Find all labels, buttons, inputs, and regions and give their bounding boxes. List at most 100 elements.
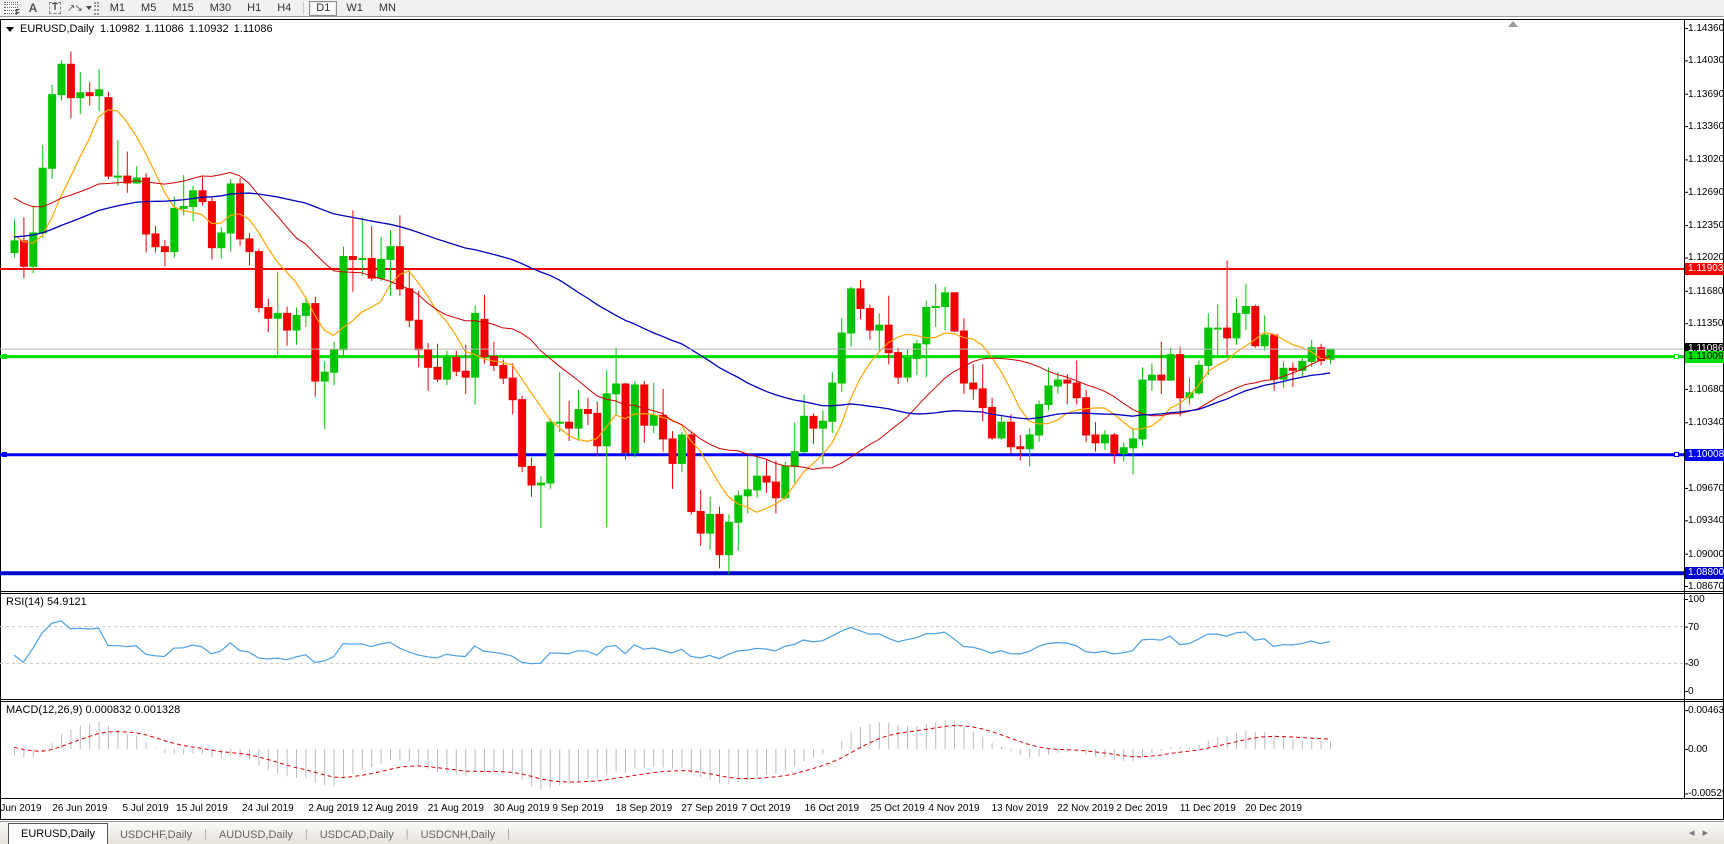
candle-body <box>1111 435 1118 454</box>
candle-body <box>1195 365 1202 392</box>
candle-body <box>641 385 648 425</box>
candle-body <box>1327 349 1334 359</box>
chart-shift-marker-icon[interactable] <box>1508 21 1518 27</box>
candle-body <box>725 522 732 554</box>
tab-usdcnh-daily[interactable]: USDCNH,Daily <box>409 825 508 844</box>
candle-body <box>791 452 798 467</box>
text-tool-icon[interactable]: A <box>23 1 43 16</box>
candle-body <box>801 416 808 451</box>
candle-body <box>650 415 657 425</box>
candle-body <box>1205 328 1212 365</box>
candle-body <box>77 93 84 98</box>
candle-body <box>1007 422 1014 447</box>
candle-body <box>1083 398 1090 435</box>
candle-body <box>707 514 714 533</box>
candle-body <box>321 372 328 381</box>
candle-body <box>180 206 187 208</box>
candle-body <box>566 422 573 428</box>
candle-body <box>885 325 892 352</box>
candle-body <box>744 490 751 496</box>
rsi-line <box>14 621 1330 664</box>
fibonacci-tool-icon[interactable]: F <box>1 1 21 16</box>
tab-eurusd-daily[interactable]: EURUSD,Daily <box>8 823 108 844</box>
candle-body <box>378 259 385 278</box>
tab-scroll-buttons[interactable]: ◂▸ <box>1689 826 1716 839</box>
candle-body <box>989 408 996 438</box>
candle-body <box>1120 448 1127 454</box>
candle-body <box>763 476 770 482</box>
candle-body <box>960 331 967 383</box>
candle-body <box>1158 375 1165 380</box>
timeframe-mn-button[interactable]: MN <box>372 1 403 16</box>
timeframe-h4-button[interactable]: H4 <box>270 1 298 16</box>
candle-body <box>1130 439 1137 448</box>
candle-body <box>998 422 1005 438</box>
timeframe-m1-button[interactable]: M1 <box>103 1 132 16</box>
candle-body <box>1064 380 1071 383</box>
chart-title: EURUSD,Daily 1.10982 1.11086 1.10932 1.1… <box>6 23 273 35</box>
candle-body <box>932 307 939 308</box>
timeframe-m15-button[interactable]: M15 <box>165 1 200 16</box>
arrows-tool-icon[interactable]: ↗↘ <box>67 1 92 16</box>
candle-body <box>819 421 826 428</box>
candle-body <box>1017 447 1024 449</box>
toolbar-grip <box>94 2 99 15</box>
label-tool-icon[interactable]: T <box>45 1 65 16</box>
chart-tab-bar: EURUSD,Daily USDCHF,Daily | AUDUSD,Daily… <box>0 821 1724 844</box>
candle-body <box>39 168 46 233</box>
candle-body <box>575 409 582 428</box>
candle-body <box>509 378 516 400</box>
candle-body <box>970 383 977 389</box>
candle-body <box>876 325 883 330</box>
candle-body <box>1167 355 1174 380</box>
candle-body <box>237 184 244 239</box>
candle-body <box>161 247 168 252</box>
timeframe-w1-button[interactable]: W1 <box>339 1 370 16</box>
candle-body <box>481 319 488 356</box>
candle-body <box>302 304 309 316</box>
tab-usdchf-daily[interactable]: USDCHF,Daily <box>108 825 204 844</box>
candle-body <box>331 350 338 373</box>
candle-body <box>631 385 638 453</box>
candle-body <box>208 202 215 248</box>
candle-body <box>340 257 347 350</box>
candle-body <box>255 252 262 308</box>
candle-body <box>904 358 911 377</box>
chevron-down-icon[interactable] <box>86 6 92 10</box>
candle-body <box>472 313 479 377</box>
timeframe-m5-button[interactable]: M5 <box>134 1 163 16</box>
candle-body <box>218 233 225 248</box>
candle-body <box>942 293 949 307</box>
candle-body <box>772 482 779 498</box>
candle-body <box>1026 435 1033 449</box>
timeframe-d1-button[interactable]: D1 <box>309 1 337 16</box>
candle-body <box>1271 335 1278 379</box>
candle-body <box>1233 313 1240 338</box>
candle-body <box>359 258 366 259</box>
chevron-down-icon[interactable] <box>6 27 14 32</box>
timeframe-m30-button[interactable]: M30 <box>203 1 238 16</box>
tab-usdcad-daily[interactable]: USDCAD,Daily <box>308 825 406 844</box>
chart-toolbar: F A T ↗↘ M1 M5 M15 M30 H1 H4 D1 W1 MN <box>0 0 1724 17</box>
candle-body <box>895 353 902 378</box>
candle-body <box>274 313 281 318</box>
candle-body <box>547 422 554 483</box>
candle-body <box>829 383 836 421</box>
candle-body <box>556 422 563 423</box>
candle-body <box>979 389 986 408</box>
candle-body <box>425 350 432 368</box>
candlestick-plot <box>0 19 1724 820</box>
candle-body <box>396 247 403 289</box>
candle-body <box>199 191 206 202</box>
candle-body <box>20 241 27 266</box>
candle-body <box>58 64 65 94</box>
candle-body <box>678 435 685 463</box>
candle-body <box>848 289 855 333</box>
candle-body <box>284 313 291 330</box>
tab-audusd-daily[interactable]: AUDUSD,Daily <box>207 825 305 844</box>
candle-body <box>152 234 159 247</box>
candle-body <box>500 365 507 378</box>
candle-body <box>1148 375 1155 380</box>
timeframe-h1-button[interactable]: H1 <box>240 1 268 16</box>
candle-body <box>697 511 704 533</box>
